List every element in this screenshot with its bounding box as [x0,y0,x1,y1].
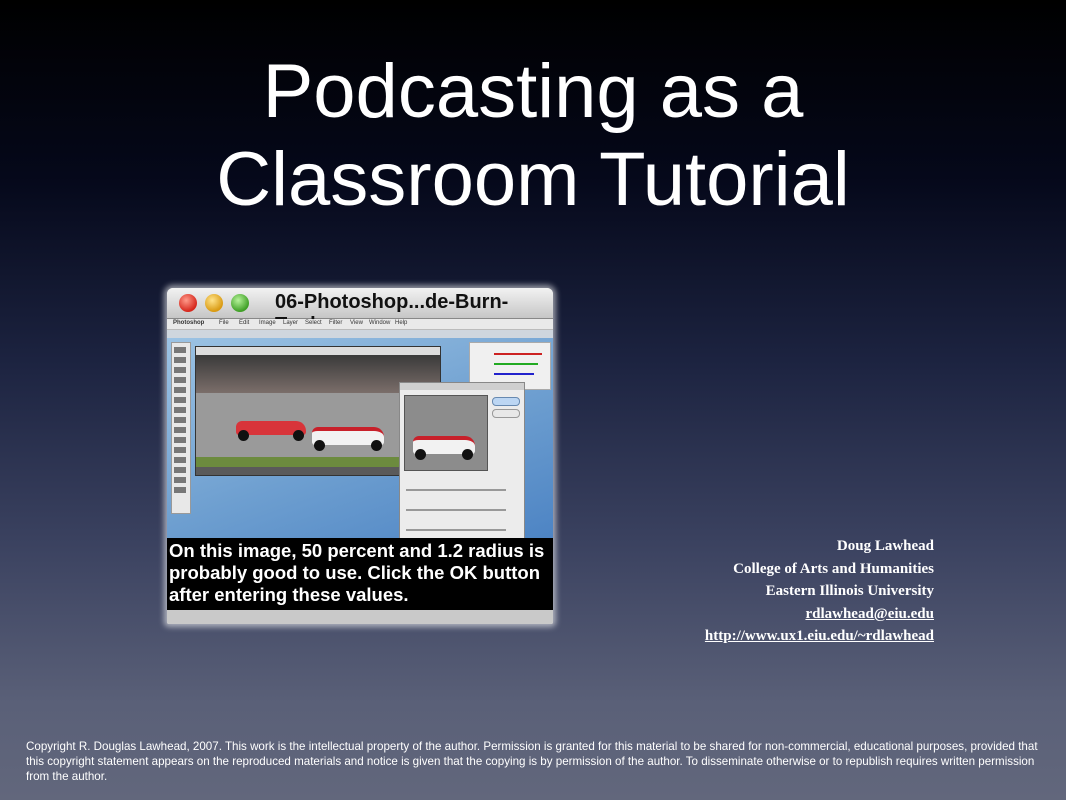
video-window-titlebar: 06-Photoshop...de-Burn-Tools [167,288,553,336]
caption-line-1: On this image, 50 percent and 1.2 radius… [169,540,545,561]
caption-line-2: probably good to use. Click the OK butto… [169,562,541,583]
threshold-slider[interactable] [406,529,506,531]
menu-file: File [219,320,229,326]
menu-help: Help [395,320,408,326]
menu-image: Image [259,320,276,326]
menu-view: View [350,320,363,326]
video-bottom-bar [167,610,553,624]
radius-slider[interactable] [406,509,506,511]
menu-select: Select [305,320,322,326]
author-college: College of Arts and Humanities [733,560,934,577]
close-icon [179,294,197,312]
race-car-red [236,421,306,441]
cancel-button[interactable] [492,409,520,418]
author-info: Doug Lawhead College of Arts and Humanit… [554,535,934,648]
video-caption: On this image, 50 percent and 1.2 radius… [167,538,553,610]
author-email-link[interactable]: rdlawhead@eiu.edu [805,606,934,622]
author-website-link[interactable]: http://www.ux1.eiu.edu/~rdlawhead [705,628,934,644]
author-name: Doug Lawhead [836,538,934,554]
tutorial-video-screenshot[interactable]: 06-Photoshop...de-Burn-Tools Photoshop F… [167,288,553,624]
unsharp-mask-dialog [399,382,525,540]
caption-line-3: after entering these values. [169,584,409,605]
slide-title-line-1: Podcasting as a [262,49,804,134]
ok-button[interactable] [492,397,520,406]
menu-edit: Edit [239,320,250,326]
race-car-white [312,427,384,451]
menu-window: Window [369,320,391,326]
amount-slider[interactable] [406,489,506,491]
zoom-icon [231,294,249,312]
photoshop-menubar: Photoshop File Edit Image Layer Select F… [167,319,553,330]
menu-photoshop: Photoshop [173,320,205,326]
minimize-icon [205,294,223,312]
menu-layer: Layer [283,320,299,326]
slide-title-line-2: Classroom Tutorial [216,137,850,222]
copyright-notice: Copyright R. Douglas Lawhead, 2007. This… [26,740,1038,783]
filter-preview [404,395,488,471]
menu-filter: Filter [329,320,343,326]
tools-palette [171,342,191,514]
options-bar [167,330,553,338]
slide-title: Podcasting as a Classroom Tutorial [0,48,1066,224]
author-university: Eastern Illinois University [765,583,934,599]
